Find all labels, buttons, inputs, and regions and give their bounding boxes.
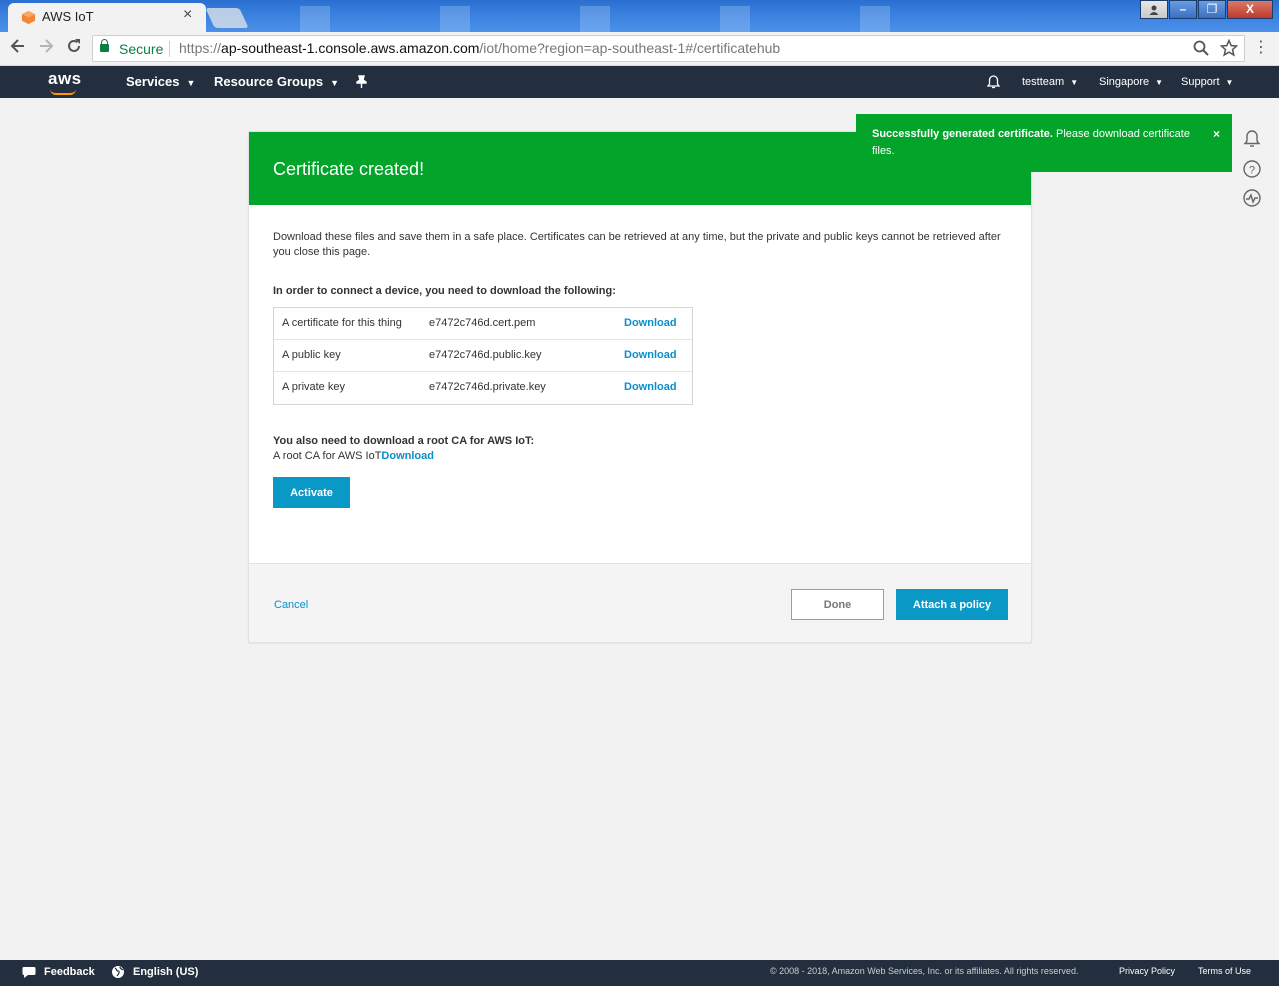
services-menu[interactable]: Services ▼	[126, 74, 195, 89]
bell-icon[interactable]	[987, 75, 1000, 89]
tab-close-icon[interactable]: ×	[183, 6, 192, 24]
omnibox-actions	[1192, 39, 1238, 57]
language-selector[interactable]: English (US)	[133, 966, 198, 978]
url-host: ap-southeast-1.console.aws.amazon.com	[221, 40, 480, 56]
panel-footer: Cancel Done Attach a policy	[249, 563, 1031, 642]
profile-icon[interactable]	[1140, 0, 1168, 19]
file-name: e7472c746d.cert.pem	[429, 317, 536, 329]
aws-logo[interactable]: aws	[48, 69, 82, 89]
zoom-icon[interactable]	[1192, 39, 1210, 57]
table-row: A private key e7472c746d.private.key Dow…	[274, 372, 692, 404]
instructions-text: Download these files and save them in a …	[273, 231, 1001, 258]
file-label: A certificate for this thing	[282, 317, 402, 329]
activity-icon[interactable]	[1242, 188, 1262, 208]
chevron-down-icon: ▼	[1225, 78, 1234, 87]
url-path: /iot/home?region=ap-southeast-1#/certifi…	[479, 40, 781, 56]
chevron-down-icon: ▼	[1155, 78, 1164, 87]
restore-button[interactable]: ❐	[1198, 0, 1226, 19]
resource-groups-menu[interactable]: Resource Groups ▼	[214, 74, 339, 89]
chevron-down-icon: ▼	[186, 78, 196, 88]
account-menu[interactable]: testteam ▼	[1022, 76, 1078, 88]
support-menu[interactable]: Support ▼	[1181, 76, 1233, 88]
console-footer: Feedback English (US) © 2008 - 2018, Ama…	[0, 960, 1279, 986]
privacy-policy-link[interactable]: Privacy Policy	[1119, 966, 1175, 976]
lock-icon	[100, 39, 109, 52]
bell-icon[interactable]	[1242, 129, 1262, 149]
aws-console-navbar: aws Services ▼ Resource Groups ▼ testteam ▼…	[0, 66, 1279, 98]
region-menu[interactable]: Singapore ▼	[1099, 76, 1163, 88]
chevron-down-icon: ▼	[1070, 78, 1079, 87]
globe-icon	[112, 966, 124, 978]
chat-icon	[22, 967, 36, 978]
file-label: A public key	[282, 349, 341, 361]
star-icon[interactable]	[1220, 39, 1238, 57]
background-taskbar	[240, 6, 900, 32]
close-icon[interactable]: ×	[1213, 126, 1220, 143]
secure-label: Secure	[119, 41, 164, 57]
feedback-link[interactable]: Feedback	[44, 966, 95, 978]
root-ca-label: A root CA for AWS IoT	[273, 450, 382, 462]
download-certificate-link[interactable]: Download	[624, 317, 677, 329]
attach-policy-button[interactable]: Attach a policy	[896, 589, 1008, 620]
window-controls: – ❐ X	[1139, 0, 1273, 20]
browser-tab-active[interactable]: AWS IoT ×	[8, 3, 206, 32]
back-icon[interactable]	[7, 37, 29, 59]
url-scheme: https://	[179, 40, 222, 56]
certificate-created-panel: Certificate created! Download these file…	[248, 131, 1032, 643]
root-ca-line: A root CA for AWS IoTDownload	[273, 450, 434, 462]
download-root-ca-link[interactable]: Download	[381, 450, 434, 462]
cancel-link[interactable]: Cancel	[274, 599, 308, 611]
table-row: A certificate for this thing e7472c746d.…	[274, 308, 692, 340]
help-icon[interactable]: ?	[1242, 159, 1262, 179]
file-name: e7472c746d.private.key	[429, 381, 546, 393]
file-label: A private key	[282, 381, 345, 393]
required-files-heading: In order to connect a device, you need t…	[273, 285, 616, 297]
file-name: e7472c746d.public.key	[429, 349, 542, 361]
root-ca-heading: You also need to download a root CA for …	[273, 435, 535, 447]
aws-logo-smile	[50, 89, 76, 95]
activate-button[interactable]: Activate	[273, 477, 350, 508]
resource-groups-label: Resource Groups	[214, 74, 324, 89]
region-label: Singapore	[1099, 76, 1150, 88]
close-window-button[interactable]: X	[1227, 0, 1273, 19]
table-row: A public key e7472c746d.public.key Downl…	[274, 340, 692, 372]
browser-toolbar: Secure https://ap-southeast-1.console.aw…	[0, 32, 1279, 66]
forward-icon[interactable]	[35, 37, 57, 59]
download-public-key-link[interactable]: Download	[624, 349, 677, 361]
terms-of-use-link[interactable]: Terms of Use	[1198, 966, 1251, 976]
menu-icon[interactable]: ⋮	[1253, 40, 1269, 56]
chevron-down-icon: ▼	[330, 78, 340, 88]
notification-bold-text: Successfully generated certificate.	[872, 128, 1053, 140]
aws-iot-favicon-icon	[21, 10, 36, 25]
download-private-key-link[interactable]: Download	[624, 381, 677, 393]
tab-title: AWS IoT	[42, 9, 94, 24]
copyright-text: © 2008 - 2018, Amazon Web Services, Inc.…	[770, 966, 1079, 976]
support-label: Support	[1181, 76, 1220, 88]
reload-icon[interactable]	[63, 37, 85, 59]
account-label: testteam	[1022, 76, 1065, 88]
omnibox-divider	[169, 41, 170, 57]
done-button[interactable]: Done	[791, 589, 884, 620]
certificate-files-table: A certificate for this thing e7472c746d.…	[273, 307, 693, 405]
url-text: https://ap-southeast-1.console.aws.amazo…	[179, 40, 780, 56]
svg-text:?: ?	[1249, 165, 1255, 177]
page-title: Certificate created!	[273, 159, 425, 179]
success-notification: Successfully generated certificate. Plea…	[856, 114, 1232, 172]
pin-icon[interactable]	[355, 75, 368, 89]
browser-titlebar: AWS IoT × – ❐ X	[0, 0, 1279, 32]
address-bar[interactable]: Secure https://ap-southeast-1.console.aw…	[92, 35, 1245, 62]
services-label: Services	[126, 74, 180, 89]
minimize-button[interactable]: –	[1169, 0, 1197, 19]
